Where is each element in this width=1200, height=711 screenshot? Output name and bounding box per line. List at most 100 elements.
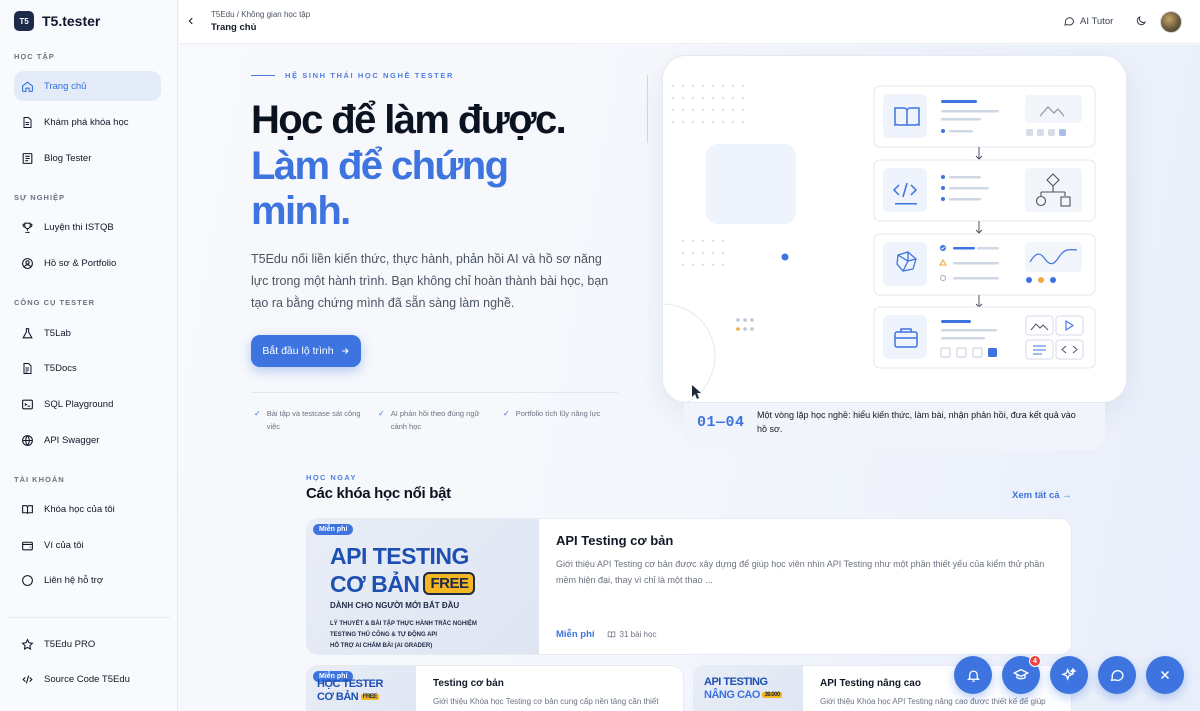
see-all-link[interactable]: Xem tất cả → <box>1012 490 1072 501</box>
thumb-free-tag: FREE <box>423 572 476 595</box>
arrow-right-icon <box>340 346 350 356</box>
terminal-icon <box>20 397 34 411</box>
course-thumbnail: Miễn phí HỌC TESTER CƠ BẢN FREE <box>307 666 416 711</box>
thumb-title-row: CƠ BẢN FREE <box>317 691 379 703</box>
avatar[interactable] <box>1160 11 1182 33</box>
sidebar-item-istqb[interactable]: Luyện thi ISTQB <box>14 212 161 242</box>
course-thumbnail: Miễn phí API TESTING CƠ BẢN FREE DÀNH CHO… <box>307 519 539 654</box>
notifications-button[interactable] <box>954 656 992 694</box>
thumb-title-1: HỌC TESTER <box>317 678 383 690</box>
sidebar-item-label: Liên hệ hỗ trợ <box>44 574 104 586</box>
section-label-hoc-tap: HỌC TẬP <box>14 52 55 61</box>
hero-eyebrow: HỆ SINH THÁI HỌC NGHỀ TESTER <box>251 71 454 80</box>
sidebar-item-label: T5Lab <box>44 327 71 339</box>
sidebar-item-label: Ví của tôi <box>44 539 84 551</box>
sidebar-item-label: API Swagger <box>44 434 100 446</box>
course-description: Giới thiệu API Testing cơ bản được xây d… <box>556 559 1045 585</box>
book-icon <box>607 630 616 639</box>
sidebar-item-label: Blog Tester <box>44 152 92 164</box>
chevron-left-icon <box>186 15 196 27</box>
sidebar-item-label: Trang chủ <box>44 80 87 92</box>
wallet-icon <box>20 538 34 552</box>
sidebar-item-portfolio[interactable]: Hồ sơ & Portfolio <box>14 248 161 278</box>
eyebrow-line <box>251 75 275 76</box>
sidebar-item-label: Hồ sơ & Portfolio <box>44 257 117 269</box>
ai-tutor-button[interactable]: AI Tutor <box>1063 15 1113 27</box>
courses-title: Các khóa học nổi bật <box>306 485 451 502</box>
sidebar-item-explore-courses[interactable]: Khám phá khóa học <box>14 107 161 137</box>
theme-toggle[interactable] <box>1135 15 1147 27</box>
see-all-label: Xem tất cả <box>1012 490 1060 501</box>
sidebar-item-api-swagger[interactable]: API Swagger <box>14 425 161 455</box>
sparkles-icon <box>1061 667 1077 683</box>
feature-item: ✓ Portfolio tích lũy năng lực <box>503 407 623 420</box>
app-logo[interactable]: T5 T5.tester <box>14 11 100 31</box>
breadcrumb[interactable]: T5Edu / Không gian học tập <box>211 10 310 19</box>
lesson-count-text: 31 bài học <box>619 630 657 639</box>
thumb-title-2: CƠ BẢN <box>330 571 420 597</box>
sidebar-item-label: Khám phá khóa học <box>44 116 129 128</box>
course-title: API Testing cơ bản <box>556 533 674 548</box>
course-description: Giới thiệu Khóa học Testing cơ bản cung … <box>433 697 659 706</box>
sidebar-item-t5docs[interactable]: T5Docs <box>14 353 161 383</box>
sidebar-item-label: T5Docs <box>44 362 77 374</box>
loop-step-number: 01—04 <box>697 414 745 431</box>
feature-text: Portfolio tích lũy năng lực <box>515 409 601 418</box>
sidebar-item-label: T5Edu PRO <box>44 638 96 650</box>
moon-icon <box>1135 15 1147 27</box>
sidebar-item-t5edu-pro[interactable]: T5Edu PRO <box>14 629 161 659</box>
sidebar-item-sql-playground[interactable]: SQL Playground <box>14 389 161 419</box>
docs-icon <box>20 361 34 375</box>
start-path-label: Bắt đầu lộ trình <box>262 345 334 357</box>
sidebar-item-t5lab[interactable]: T5Lab <box>14 318 161 348</box>
thumb-tag: 39.000 <box>762 692 782 698</box>
thumb-point: TESTING THỦ CÔNG & TỰ ĐỘNG API <box>330 632 438 638</box>
sidebar-item-source-code[interactable]: Source Code T5Edu <box>14 664 161 694</box>
user-circle-icon <box>20 256 34 270</box>
logo-mark: T5 <box>14 11 34 31</box>
book-icon <box>20 502 34 516</box>
check-icon: ✓ <box>503 409 510 418</box>
thumb-point: LÝ THUYẾT & BÀI TẬP THỰC HÀNH TRẮC NGHIỆ… <box>330 621 477 627</box>
flask-icon <box>20 326 34 340</box>
thumb-title-2: CƠ BẢN <box>317 691 359 703</box>
sidebar-item-my-courses[interactable]: Khóa học của tôi <box>14 494 161 524</box>
sidebar-item-wallet[interactable]: Ví của tôi <box>14 530 161 560</box>
sidebar-item-label: Luyện thi ISTQB <box>44 221 114 233</box>
globe-icon <box>20 433 34 447</box>
feature-text: AI phản hồi theo đúng ngữ cảnh học <box>390 409 480 431</box>
section-label-tai-khoan: TÀI KHOẢN <box>14 475 65 484</box>
thumb-title-1: API TESTING <box>704 676 768 688</box>
thumb-title-row: CƠ BẢN FREE <box>330 571 476 598</box>
sidebar-item-home[interactable]: Trang chủ <box>14 71 161 101</box>
back-button[interactable] <box>186 15 196 27</box>
thumb-subtitle: DÀNH CHO NGƯỜI MỚI BẮT ĐẦU <box>330 601 460 610</box>
hero-title-line2: Làm để chứng minh. <box>251 144 509 233</box>
sidebar-item-support[interactable]: Liên hệ hỗ trợ <box>14 565 161 595</box>
course-title: API Testing nâng cao <box>820 678 921 689</box>
document-icon <box>20 115 34 129</box>
close-icon <box>1158 668 1172 682</box>
course-card-featured[interactable]: Miễn phí API TESTING CƠ BẢN FREE DÀNH CHO… <box>306 518 1072 655</box>
thumb-point: HỖ TRỢ AI CHẤM BÀI (AI GRADER) <box>330 643 433 649</box>
thumb-title-row: NÂNG CAO 39.000 <box>704 689 782 701</box>
close-fab-button[interactable] <box>1146 656 1184 694</box>
hero-description: T5Edu nối liền kiến thức, thực hành, phả… <box>251 252 609 310</box>
feature-item: ✓ AI phản hồi theo đúng ngữ cảnh học <box>378 407 493 433</box>
start-path-button[interactable]: Bắt đầu lộ trình <box>251 335 361 367</box>
chat-button[interactable] <box>1098 656 1136 694</box>
app-name: T5.tester <box>42 13 101 29</box>
ai-assistant-button[interactable] <box>1050 656 1088 694</box>
course-description: Giới thiệu Khóa học API Testing nâng cao… <box>820 697 1046 706</box>
feature-item: ✓ Bài tập và testcase sát công việc <box>254 407 364 433</box>
learning-progress-button[interactable]: 4 <box>1002 655 1041 694</box>
course-thumbnail: API TESTING NÂNG CAO 39.000 <box>694 666 803 711</box>
sidebar-item-blog[interactable]: Blog Tester <box>14 143 161 173</box>
check-icon: ✓ <box>378 409 385 418</box>
hero-divider <box>251 392 618 393</box>
sidebar-item-label: Source Code T5Edu <box>44 673 130 685</box>
course-title: Testing cơ bản <box>433 678 504 689</box>
courses-eyebrow: HỌC NGAY <box>306 473 357 482</box>
sidebar-divider <box>8 617 170 618</box>
course-card[interactable]: Miễn phí HỌC TESTER CƠ BẢN FREE Testing … <box>306 665 684 711</box>
